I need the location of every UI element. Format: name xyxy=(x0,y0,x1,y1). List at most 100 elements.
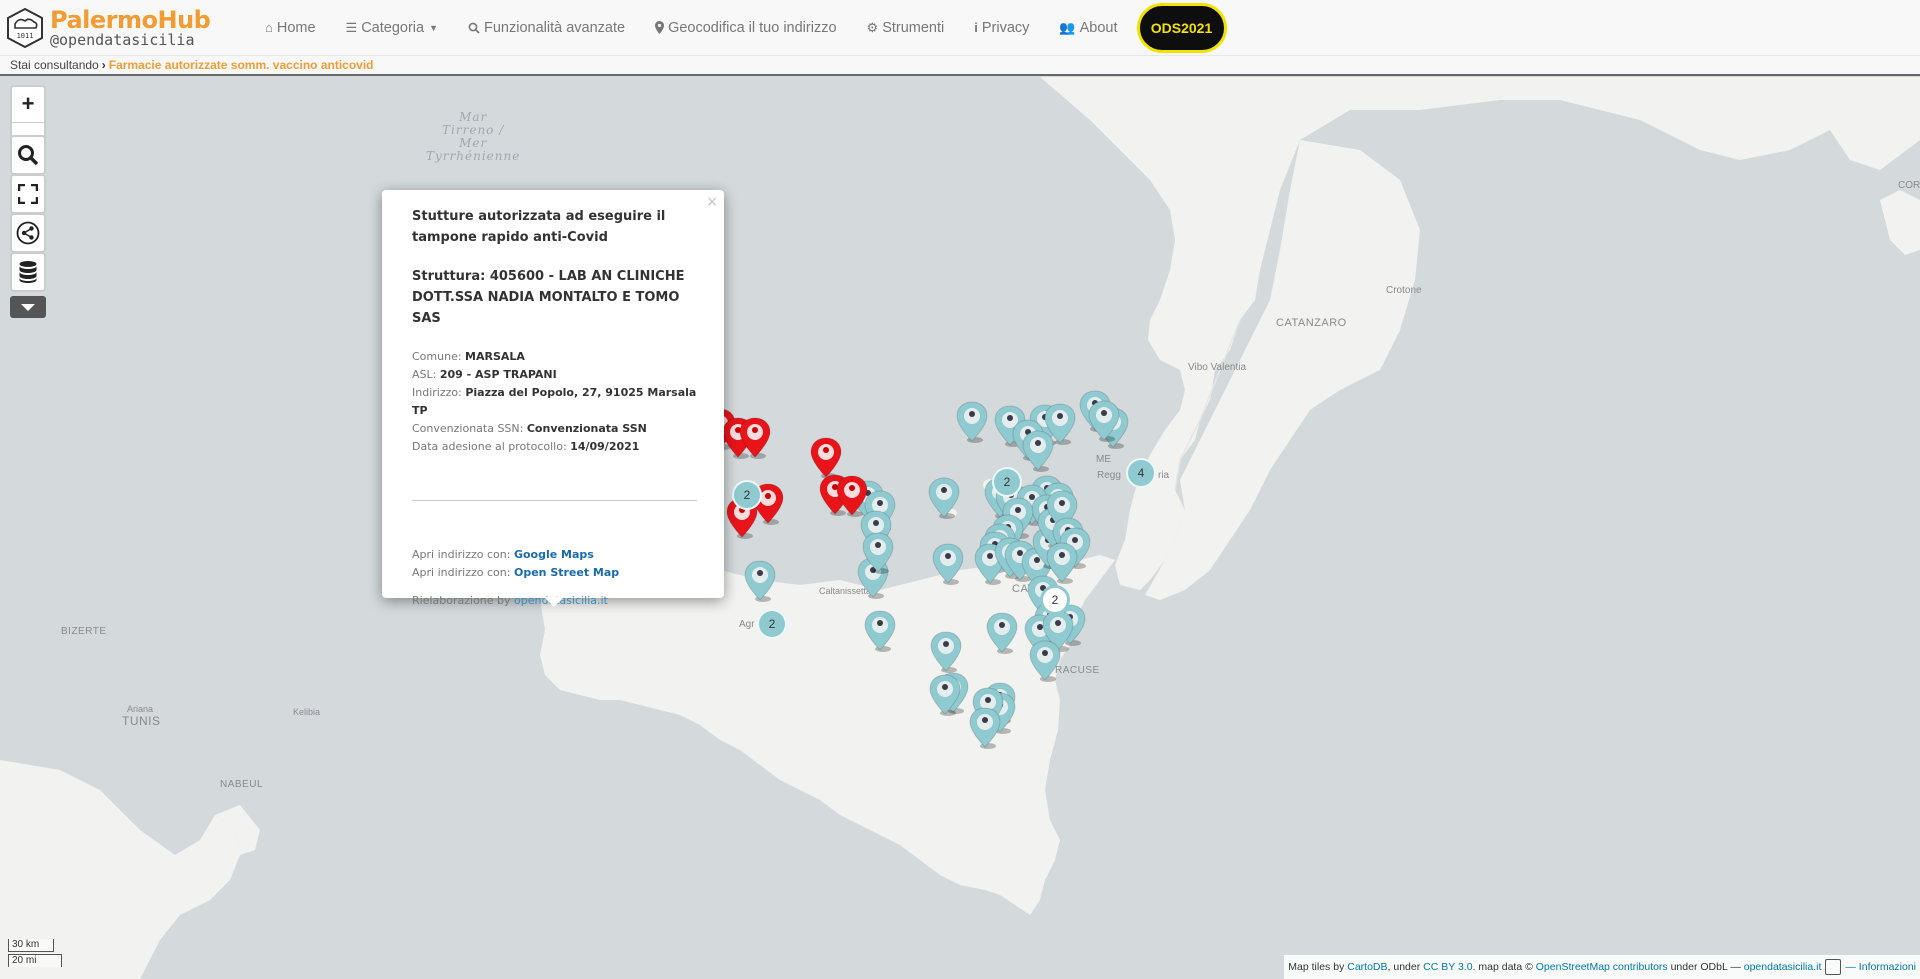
close-icon[interactable]: × xyxy=(706,194,718,210)
label-ariana: Ariana xyxy=(127,704,154,714)
attrib-text: under ODbL — xyxy=(1670,961,1741,973)
nav-funzionalita-label: Funzionalità avanzate xyxy=(484,19,626,36)
vaccination-site-marker[interactable] xyxy=(743,560,777,602)
breadcrumb-current[interactable]: Farmacie autorizzate somm. vaccino antic… xyxy=(109,58,374,72)
popup-struttura: Struttura: 405600 - LAB AN CLINICHE DOTT… xyxy=(412,269,685,326)
vaccination-site-marker[interactable] xyxy=(931,543,965,585)
map-marker-icon xyxy=(655,21,665,34)
brand-subtitle: @opendatasicilia xyxy=(50,30,195,49)
attrib-text: . map data © xyxy=(1472,961,1533,973)
brand[interactable]: 1011 PalermoHub @opendatasicilia xyxy=(4,7,250,49)
svg-text:1011: 1011 xyxy=(17,32,34,40)
label-bizerte: BIZERTE xyxy=(61,626,107,637)
book-icon[interactable] xyxy=(1825,959,1842,975)
nav-strumenti[interactable]: ⚙ Strumenti xyxy=(852,0,960,56)
scale-km: 30 km xyxy=(8,939,54,952)
home-icon: ⌂ xyxy=(265,20,273,35)
vaccination-site-marker[interactable] xyxy=(955,401,989,443)
attrib-text: , under xyxy=(1387,961,1421,973)
layers-button[interactable] xyxy=(10,252,46,292)
navbar: 1011 PalermoHub @opendatasicilia ⌂ Home … xyxy=(0,0,1920,56)
label-corfu: COR xyxy=(1898,180,1920,191)
label-reggio2: ria xyxy=(1158,470,1170,481)
vaccination-site-marker[interactable] xyxy=(929,631,963,673)
link-prefix: Apri indirizzo con: xyxy=(412,548,511,561)
google-maps-link[interactable]: Google Maps xyxy=(514,548,594,561)
fullscreen-icon xyxy=(18,184,38,204)
vaccination-site-marker[interactable] xyxy=(928,674,962,716)
cluster-marker[interactable]: 2 xyxy=(1040,585,1070,615)
nav-categoria-label: Categoria xyxy=(361,19,425,36)
chevron-right-icon: › xyxy=(101,58,106,72)
palermohub-logo-icon: 1011 xyxy=(7,7,43,48)
cluster-marker[interactable]: 4 xyxy=(1126,458,1156,488)
zoom-in-button[interactable]: + xyxy=(12,87,44,123)
gear-icon: ⚙ xyxy=(866,19,879,35)
search-button[interactable] xyxy=(10,135,46,175)
vaccination-site-marker[interactable] xyxy=(968,707,1002,749)
field-convenzionata: Convenzionata SSN xyxy=(526,422,647,435)
ccby-link[interactable]: CC BY 3.0 xyxy=(1423,961,1472,973)
field-label: Indirizzo: xyxy=(412,386,462,399)
sea-label: Mar Tirreno / Mer Tyrrhénienne xyxy=(426,110,521,163)
pharmacy-marker[interactable] xyxy=(809,437,843,479)
map-basemap xyxy=(0,77,1920,979)
label-catanzaro: CATANZARO xyxy=(1276,317,1347,329)
fullscreen-button[interactable] xyxy=(10,174,46,214)
label-crotone: Crotone xyxy=(1386,285,1422,296)
cluster-marker[interactable]: 2 xyxy=(757,609,787,639)
search-icon xyxy=(18,145,39,166)
vaccination-site-marker[interactable] xyxy=(1021,430,1055,472)
cluster-marker[interactable]: 2 xyxy=(992,467,1022,497)
map-attribution: Map tiles by CartoDB, under CC BY 3.0. m… xyxy=(1284,955,1920,979)
share-button[interactable] xyxy=(10,213,46,253)
brand-title: PalermoHub xyxy=(50,5,211,34)
share-icon xyxy=(16,221,40,245)
label-reggio: Regg xyxy=(1097,470,1121,481)
popup-divider xyxy=(412,500,697,501)
search-icon xyxy=(468,22,480,34)
nav-privacy-label: Privacy xyxy=(981,19,1030,36)
marker-popup: × Stutture autorizzata ad eseguire il ta… xyxy=(382,190,724,607)
nav-privacy[interactable]: i Privacy xyxy=(959,0,1044,56)
pharmacy-marker[interactable] xyxy=(738,417,772,459)
vaccination-site-marker[interactable] xyxy=(985,612,1019,654)
nav-geocodifica[interactable]: Geocodifica il tuo indirizzo xyxy=(640,0,851,56)
vaccination-site-marker[interactable] xyxy=(1087,400,1121,442)
popup-tip xyxy=(544,597,564,607)
open-street-map-link[interactable]: Open Street Map xyxy=(514,566,619,579)
nav-funzionalita[interactable]: Funzionalità avanzate xyxy=(453,0,640,56)
map[interactable]: Mar Tirreno / Mer Tyrrhénienne CATANZARO C… xyxy=(0,77,1920,979)
pharmacy-marker[interactable] xyxy=(835,475,869,517)
label-vibo: Vibo Valentia xyxy=(1188,362,1247,373)
breadcrumb-prefix: Stai consultando xyxy=(10,58,99,72)
cluster-marker[interactable]: 2 xyxy=(732,480,762,510)
field-label: Data adesione al protocollo: xyxy=(412,440,567,453)
nav-about-label: About xyxy=(1079,19,1118,36)
cartodb-link[interactable]: CartoDB xyxy=(1347,961,1387,973)
label-tunis: TUNIS xyxy=(122,714,161,728)
vaccination-site-marker[interactable] xyxy=(861,532,895,574)
vaccination-site-marker[interactable] xyxy=(1028,640,1062,682)
nav-home[interactable]: ⌂ Home xyxy=(250,0,331,56)
breadcrumb: Stai consultando › Farmacie autorizzate so… xyxy=(0,56,1920,76)
ods2021-button[interactable]: ODS2021 xyxy=(1136,2,1227,53)
caret-down-icon: ▼ xyxy=(429,22,438,33)
vaccination-site-marker[interactable] xyxy=(863,610,897,652)
popup-title: Stutture autorizzata ad eseguire il tamp… xyxy=(412,209,666,245)
field-label: Convenzionata SSN: xyxy=(412,422,524,435)
nav-categoria[interactable]: ☰ Categoria ▼ xyxy=(331,0,453,56)
osm-link[interactable]: OpenStreetMap contributors xyxy=(1536,961,1668,973)
nav-strumenti-label: Strumenti xyxy=(882,19,945,36)
popup-links: Apri indirizzo con: Google Maps Apri ind… xyxy=(412,546,697,582)
label-nabeul: NABEUL xyxy=(220,779,264,790)
field-label: Comune: xyxy=(412,350,462,363)
scale-bar: 30 km 20 mi xyxy=(8,939,62,969)
info-link[interactable]: — Informazioni xyxy=(1845,961,1916,973)
dropdown-toggle[interactable] xyxy=(10,296,46,318)
vaccination-site-marker[interactable] xyxy=(927,477,961,519)
nav-about[interactable]: 👥 About xyxy=(1044,0,1132,56)
field-data-adesione: 14/09/2021 xyxy=(570,440,640,453)
opendatasicilia-link[interactable]: opendatasicilia.it xyxy=(1744,961,1822,973)
credit-prefix: Rielaborazione by xyxy=(412,594,511,607)
